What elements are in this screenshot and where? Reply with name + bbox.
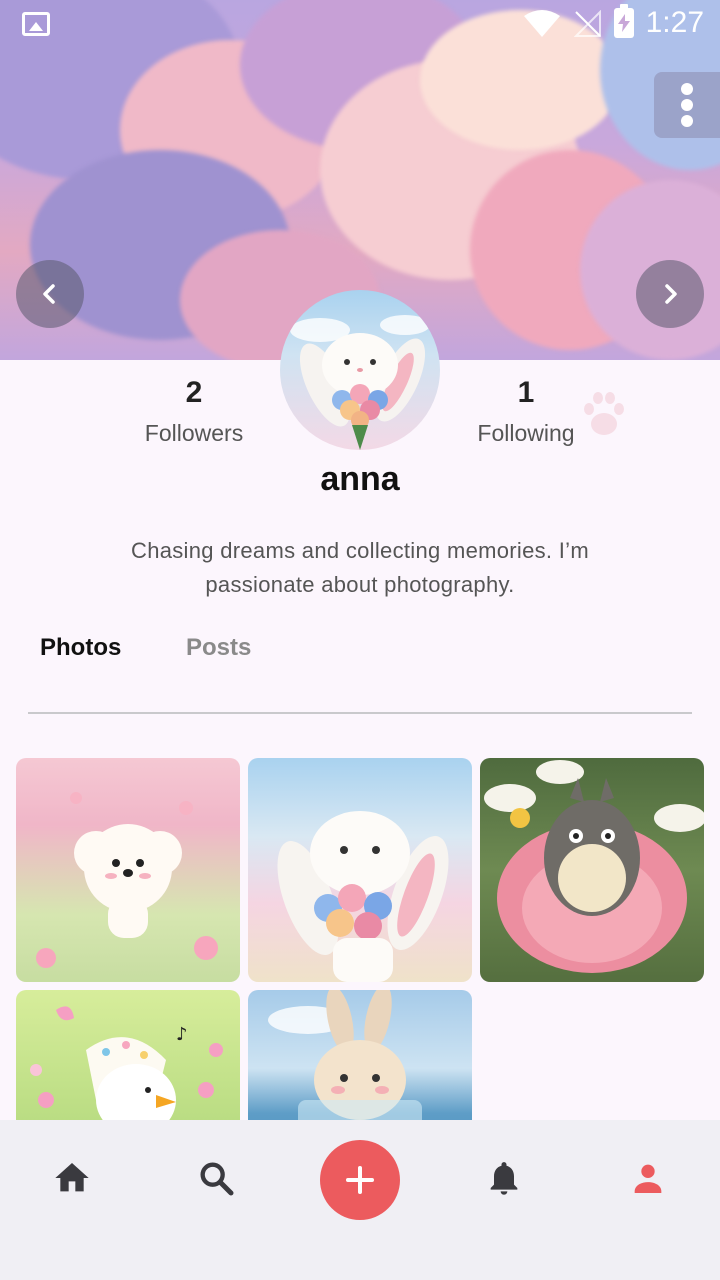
tab-posts[interactable]: Posts: [186, 634, 251, 662]
tab-photos[interactable]: Photos: [40, 634, 121, 662]
wifi-icon: [524, 10, 560, 37]
battery-charging-icon: [614, 4, 634, 38]
followers-count[interactable]: 2: [114, 376, 274, 410]
more-vertical-icon[interactable]: [654, 72, 720, 138]
profile-icon[interactable]: [628, 1158, 668, 1198]
chevron-right-icon[interactable]: [636, 260, 704, 328]
search-icon[interactable]: [196, 1158, 236, 1198]
photo-tile[interactable]: [16, 758, 240, 982]
bio: Chasing dreams and collecting memories. …: [131, 538, 589, 597]
photo-tile[interactable]: [248, 758, 472, 982]
image-icon: [22, 12, 50, 36]
svg-text:♪: ♪: [176, 1024, 188, 1045]
followers-label[interactable]: Followers: [104, 420, 284, 447]
tab-divider: [28, 712, 692, 714]
avatar[interactable]: [280, 290, 440, 450]
bell-icon[interactable]: [484, 1158, 524, 1198]
home-icon[interactable]: [52, 1158, 92, 1198]
photo-tile[interactable]: [480, 758, 704, 982]
username: anna: [320, 460, 400, 498]
bottom-navigation: [0, 1120, 720, 1280]
status-bar: 1:27: [0, 0, 720, 48]
chevron-left-icon[interactable]: [16, 260, 84, 328]
paw-icon: [584, 392, 624, 435]
add-icon[interactable]: [320, 1140, 400, 1220]
status-time: 1:27: [645, 6, 704, 39]
no-signal-icon: [574, 10, 601, 37]
